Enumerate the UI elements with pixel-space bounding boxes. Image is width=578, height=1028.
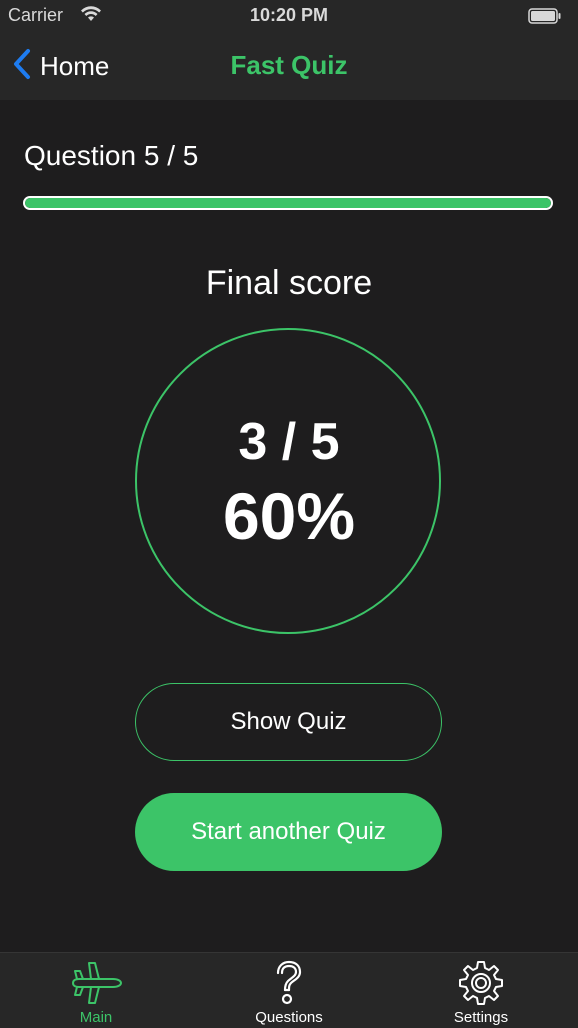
progress-bar xyxy=(23,196,553,210)
tab-questions-label: Questions xyxy=(255,1009,323,1026)
show-quiz-button[interactable]: Show Quiz xyxy=(135,683,442,761)
final-score-heading: Final score xyxy=(205,264,373,302)
page-title: Fast Quiz xyxy=(230,50,348,80)
navigation-bar: Home Fast Quiz xyxy=(0,32,578,100)
progress-bar-fill xyxy=(25,198,551,208)
tab-main-label: Main xyxy=(79,1009,113,1026)
tab-settings-label: Settings xyxy=(453,1009,509,1026)
tab-main[interactable]: Main xyxy=(0,953,192,1028)
question-counter: Question 5 / 5 xyxy=(24,140,199,171)
battery-icon xyxy=(528,8,562,29)
question-mark-icon xyxy=(276,960,302,1005)
gear-icon xyxy=(459,961,503,1005)
airplane-icon xyxy=(72,962,122,1004)
score-percent: 60% xyxy=(222,479,356,553)
tab-settings[interactable]: Settings xyxy=(385,953,577,1028)
quiz-result-screen: Carrier 10:20 PM Home Fast Quiz Question… xyxy=(0,0,578,1028)
start-another-quiz-button[interactable]: Start another Quiz xyxy=(135,793,442,871)
score-fraction: 3 / 5 xyxy=(238,413,340,471)
status-time: 10:20 PM xyxy=(249,5,329,25)
tab-questions[interactable]: Questions xyxy=(193,953,385,1028)
status-bar: Carrier 10:20 PM xyxy=(0,0,578,32)
tab-bar: Main Questions Settings xyxy=(0,952,578,1028)
